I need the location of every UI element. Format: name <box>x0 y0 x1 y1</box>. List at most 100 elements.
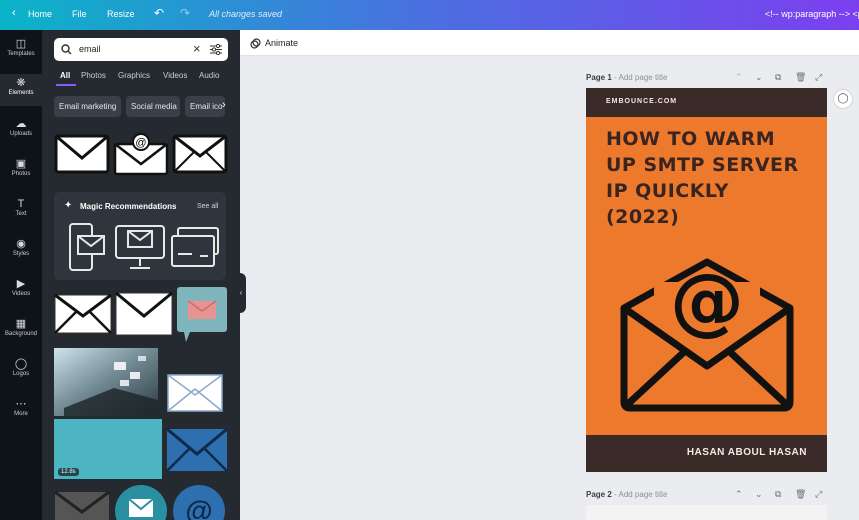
rail-uploads[interactable]: ☁ Uploads <box>0 118 42 148</box>
design-title-line: IP QUICKLY <box>606 180 729 202</box>
rail-label: Templates <box>7 51 35 57</box>
add-page-icon[interactable]: ⤢ <box>815 72 822 83</box>
tab-photos[interactable]: Photos <box>81 71 106 80</box>
rail-label: Videos <box>11 291 31 297</box>
phone-email-graphic[interactable] <box>64 222 108 274</box>
design-page-1[interactable]: EMBOUNCE.COM HOW TO WARM UP SMTP SERVER … <box>586 88 827 472</box>
move-down-icon[interactable]: ⌄ <box>755 72 763 83</box>
templates-icon: ◫ <box>15 38 27 50</box>
envelope-graphic[interactable] <box>115 292 173 336</box>
resize-button[interactable]: Resize <box>107 9 135 19</box>
delete-page-icon[interactable]: 🗑 <box>795 489 806 500</box>
at-sign-circle-graphic[interactable]: @ <box>172 483 226 520</box>
rail-label: Styles <box>12 251 30 257</box>
rail-logos[interactable]: ◯ Logos <box>0 358 42 388</box>
envelope-graphic[interactable] <box>54 490 110 520</box>
email-at-icon[interactable]: @ <box>614 254 800 412</box>
design-author-text: HASAN ABOUL HASAN <box>686 447 807 458</box>
see-all-link[interactable]: See all <box>197 203 218 210</box>
chat-bubble-envelope-graphic[interactable] <box>176 286 228 344</box>
envelope-graphic[interactable] <box>54 294 112 334</box>
sparkle-icon: ✦ <box>64 200 73 211</box>
rail-label: Elements <box>8 90 34 96</box>
design-footer-band: HASAN ABOUL HASAN <box>586 435 827 472</box>
save-status: All changes saved <box>209 9 283 19</box>
text-icon: T <box>17 198 25 210</box>
blue-envelope-graphic[interactable] <box>166 428 228 472</box>
teal-circle-envelope-graphic[interactable] <box>115 483 167 520</box>
add-page-icon[interactable]: ⤢ <box>815 489 822 500</box>
code-snippet-text: <!-- wp:paragraph --> <p> <box>765 9 859 19</box>
teal-video-thumbnail[interactable]: 12.8s <box>54 419 162 479</box>
rail-styles[interactable]: ◉ Styles <box>0 238 42 268</box>
video-duration-badge: 12.8s <box>58 468 79 476</box>
undo-icon[interactable]: ↶ <box>154 6 164 20</box>
add-page-title-input[interactable]: - Add page title <box>614 73 667 82</box>
redo-icon[interactable]: ↷ <box>180 6 190 20</box>
background-icon: ▦ <box>15 318 27 330</box>
collapse-panel-button[interactable]: ‹ <box>236 273 246 313</box>
laptop-email-photo[interactable] <box>54 348 158 416</box>
animate-button[interactable]: Animate <box>265 38 298 48</box>
left-rail: ◫ Templates ❋ Elements ☁ Uploads ▣ Photo… <box>0 30 42 520</box>
page-1-label: Page 1 - Add page title <box>586 73 667 82</box>
design-title-line: HOW TO WARM <box>606 128 776 150</box>
move-up-icon[interactable]: ⌃ <box>735 72 743 83</box>
rail-photos[interactable]: ▣ Photos <box>0 158 42 188</box>
monitor-email-graphic[interactable] <box>114 222 166 274</box>
duplicate-page-icon[interactable]: ⧉ <box>775 72 781 83</box>
elements-icon: ❋ <box>16 77 26 89</box>
rail-label: Uploads <box>9 131 32 137</box>
rail-background[interactable]: ▦ Background <box>0 318 42 348</box>
tab-audio[interactable]: Audio <box>199 71 219 80</box>
styles-icon: ◉ <box>16 238 26 250</box>
tab-all[interactable]: All <box>60 71 70 80</box>
rail-more[interactable]: ⋯ More <box>0 398 42 428</box>
tab-videos[interactable]: Videos <box>163 71 187 80</box>
envelope-graphic[interactable] <box>54 132 110 176</box>
chip-email-icon[interactable]: Email ico <box>185 96 225 117</box>
envelope-stack-graphic[interactable] <box>170 226 220 270</box>
design-title-line: UP SMTP SERVER <box>606 154 799 176</box>
envelope-graphic[interactable] <box>166 373 224 413</box>
page-number: Page 1 <box>586 73 612 82</box>
rail-elements[interactable]: ❋ Elements <box>0 74 42 106</box>
search-input[interactable]: email <box>79 44 101 54</box>
chip-social-media[interactable]: Social media <box>126 96 180 117</box>
page-number: Page 2 <box>586 490 612 499</box>
design-header-band: EMBOUNCE.COM <box>586 88 827 117</box>
home-button[interactable]: Home <box>28 9 52 19</box>
add-comment-icon[interactable]: ◯ <box>833 89 853 109</box>
add-page-title-input[interactable]: - Add page title <box>614 490 667 499</box>
move-down-icon[interactable]: ⌄ <box>755 489 763 500</box>
svg-text:@: @ <box>670 258 744 344</box>
chip-email-marketing[interactable]: Email marketing <box>54 96 121 117</box>
search-box[interactable]: email × <box>54 38 228 61</box>
animate-icon <box>250 38 261 49</box>
chips-next-chevron-icon[interactable]: › <box>222 99 226 111</box>
rail-label: Text <box>15 211 27 217</box>
move-up-icon[interactable]: ⌃ <box>735 489 743 500</box>
file-menu[interactable]: File <box>72 9 87 19</box>
rail-templates[interactable]: ◫ Templates <box>0 38 42 68</box>
design-page-2[interactable] <box>586 505 827 520</box>
at-envelope-graphic[interactable]: @ <box>113 132 169 176</box>
back-chevron-icon[interactable]: ‹ <box>12 7 16 19</box>
rail-text[interactable]: T Text <box>0 198 42 228</box>
tab-graphics[interactable]: Graphics <box>118 71 150 80</box>
search-icon <box>61 44 72 55</box>
clear-search-icon[interactable]: × <box>193 41 201 56</box>
delete-page-icon[interactable]: 🗑 <box>795 72 806 83</box>
magic-title: Magic Recommendations <box>80 202 177 211</box>
logos-icon: ◯ <box>14 358 28 370</box>
rail-label: Background <box>4 331 38 337</box>
design-title[interactable]: HOW TO WARM UP SMTP SERVER IP QUICKLY (2… <box>606 126 821 230</box>
editor-toolbar: Animate <box>240 30 859 56</box>
rail-videos[interactable]: ▶ Videos <box>0 278 42 308</box>
rail-label: Logos <box>12 371 30 377</box>
page-2-label: Page 2 - Add page title <box>586 490 667 499</box>
envelope-graphic[interactable] <box>172 132 228 176</box>
duplicate-page-icon[interactable]: ⧉ <box>775 489 781 500</box>
elements-panel: email × All Photos Graphics Videos Audio… <box>42 30 240 520</box>
filter-icon[interactable] <box>210 44 222 55</box>
